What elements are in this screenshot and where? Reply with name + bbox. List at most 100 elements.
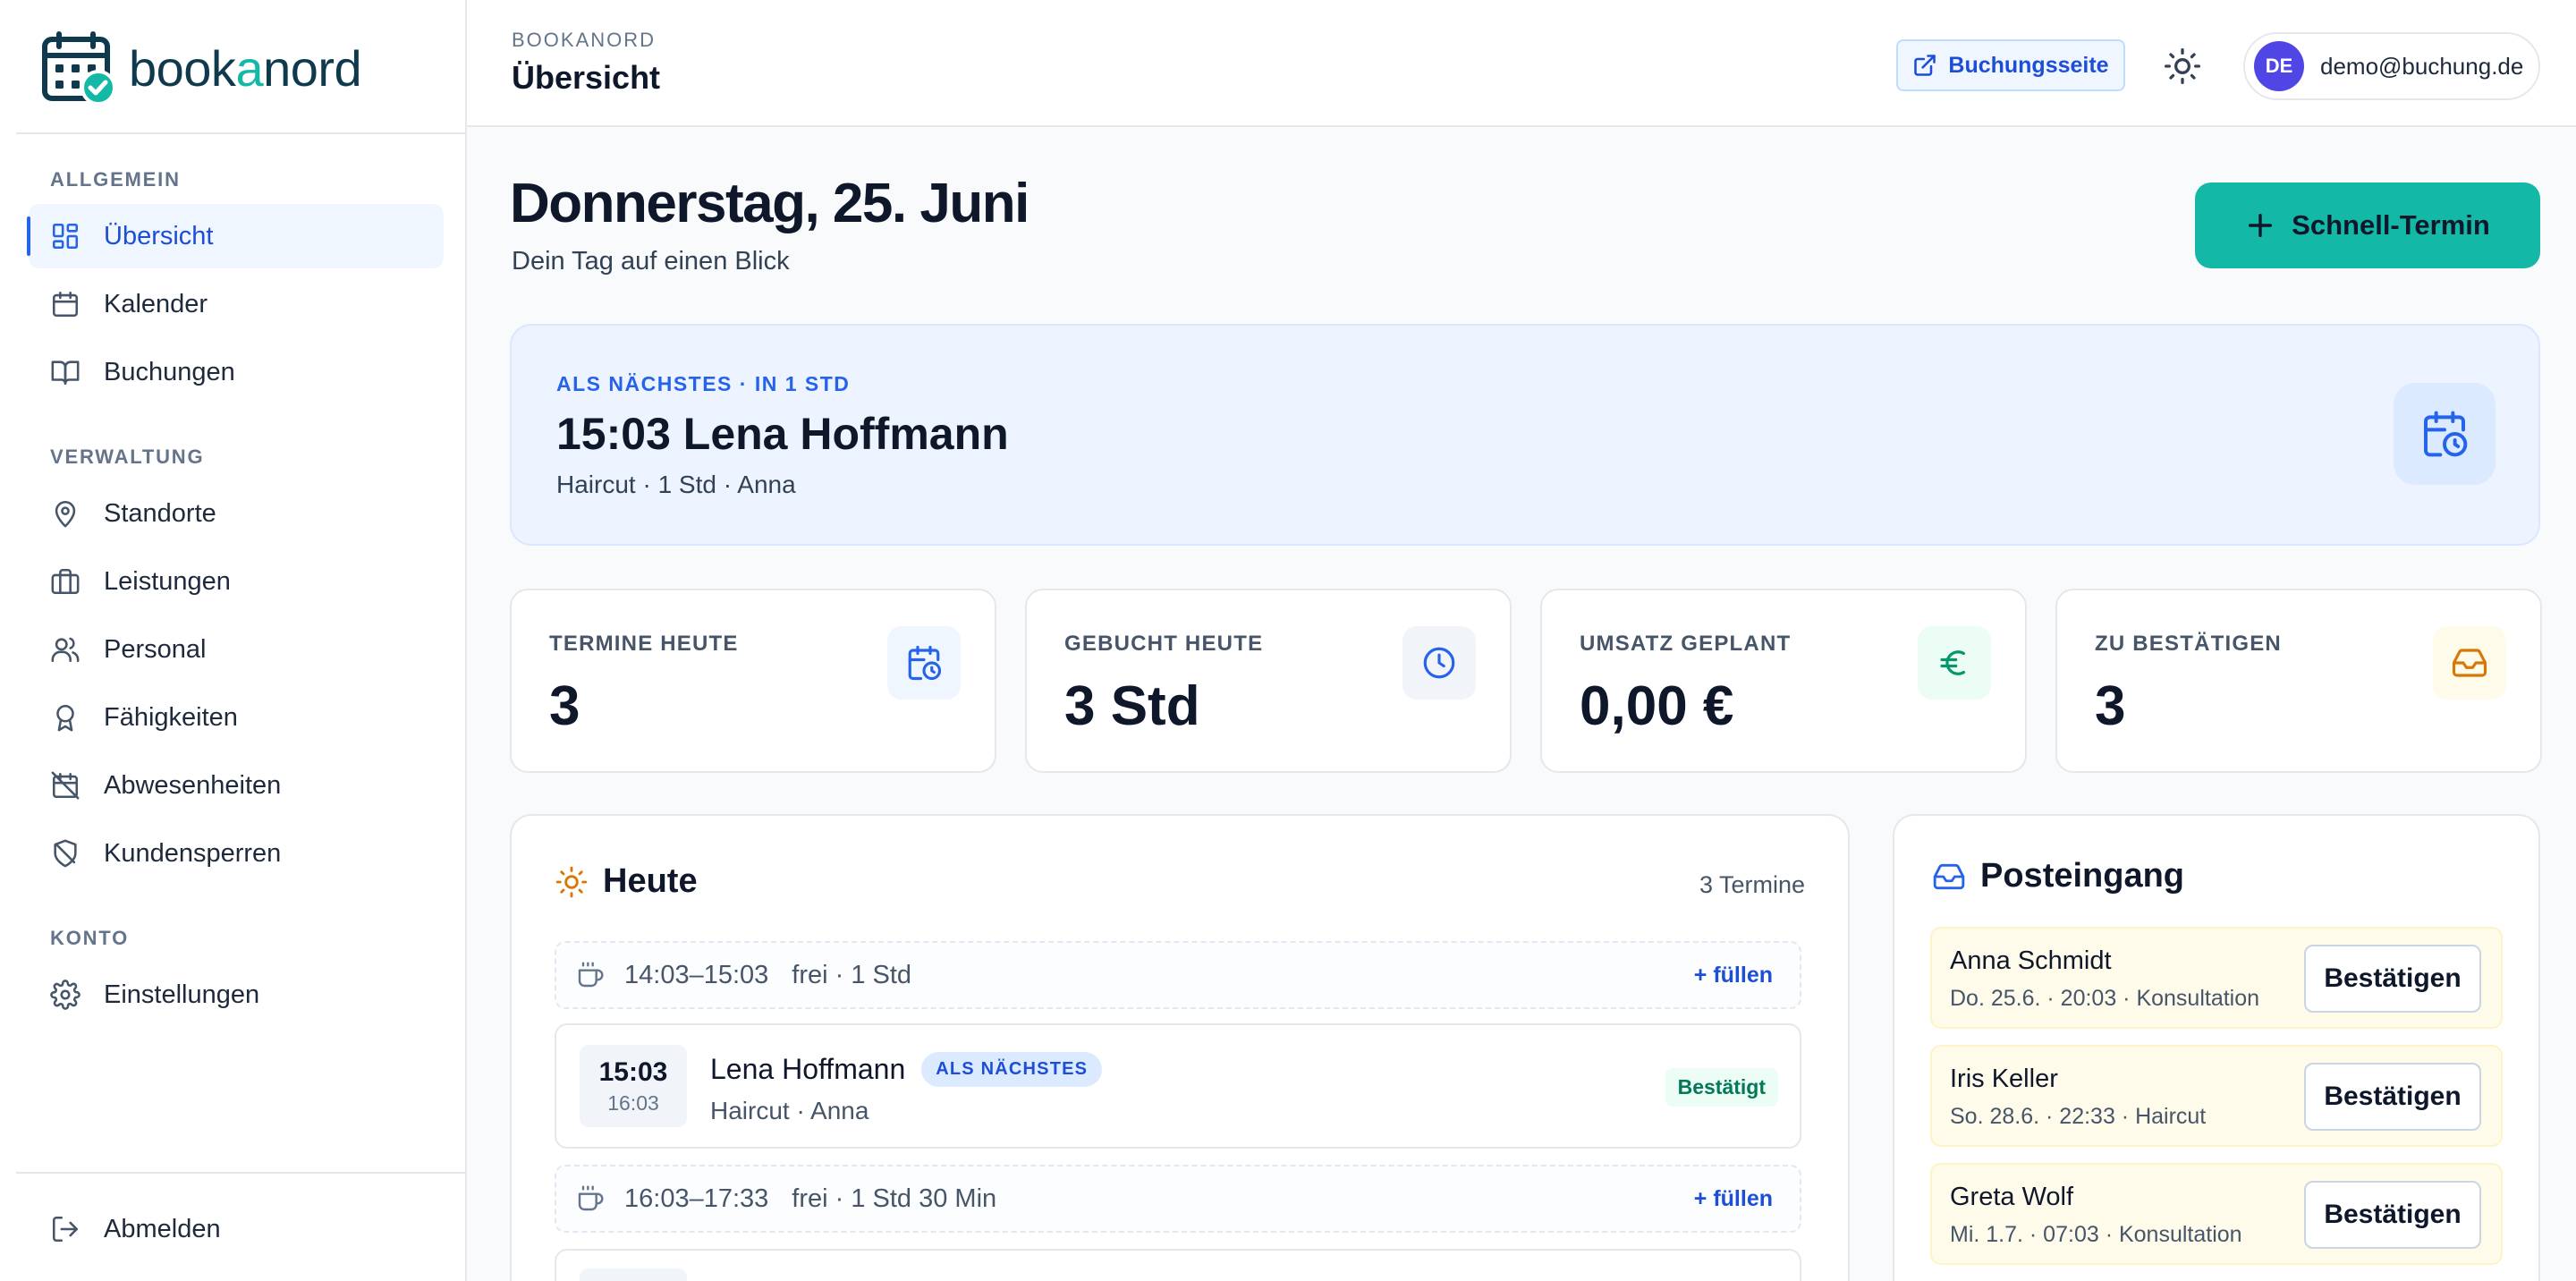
sidebar-divider xyxy=(16,132,465,134)
calendar-off-icon xyxy=(51,771,80,800)
today-header: Heute xyxy=(555,862,698,901)
confirm-button[interactable]: Bestätigen xyxy=(2304,1181,2481,1249)
appointment-end-time: 16:03 xyxy=(607,1091,659,1115)
appointment-customer: Lena Hoffmann ALS NÄCHSTES xyxy=(710,1052,1103,1087)
free-slot-row: 16:03–17:33 frei · 1 Std 30 Min + füllen xyxy=(555,1165,1801,1233)
sidebar-item-leistungen[interactable]: Leistungen xyxy=(29,549,444,614)
logo-calendar-icon xyxy=(42,31,116,106)
quick-appointment-button[interactable]: Schnell-Termin xyxy=(2195,182,2540,268)
inbox-item-details: Mi. 1.7. · 07:03 · Konsultation xyxy=(1950,1222,2242,1247)
dashboard-icon xyxy=(52,223,79,250)
stat-label: ZU BESTÄTIGEN xyxy=(2095,632,2282,656)
stat-label: UMSATZ GEPLANT xyxy=(1580,632,1792,656)
map-pin-icon xyxy=(55,500,76,528)
sidebar: bookanord ALLGEMEIN Übersicht Kalender B… xyxy=(0,0,467,1281)
date-heading: Donnerstag, 25. Juni xyxy=(510,173,1030,234)
sidebar-item-abwesenheiten[interactable]: Abwesenheiten xyxy=(29,753,444,818)
appointment-row[interactable]: 15:03 16:03 Lena Hoffmann ALS NÄCHSTES H… xyxy=(555,1023,1801,1149)
inbox-item: Iris Keller So. 28.6. · 22:33 · Haircut … xyxy=(1930,1045,2503,1147)
nav-section-konto: KONTO xyxy=(50,927,130,949)
user-menu[interactable]: DE demo@buchung.de xyxy=(2243,32,2540,100)
logout-icon xyxy=(52,1216,79,1243)
sidebar-item-label: Einstellungen xyxy=(104,980,260,1009)
user-email: demo@buchung.de xyxy=(2320,52,2524,80)
sidebar-item-faehigkeiten[interactable]: Fähigkeiten xyxy=(29,685,444,750)
page-subtitle: Dein Tag auf einen Blick xyxy=(512,247,790,276)
appointment-row-partial[interactable] xyxy=(555,1249,1801,1281)
shield-off-icon xyxy=(54,839,77,868)
stat-card-termine-heute: TERMINE HEUTE 3 xyxy=(510,589,996,773)
avatar: DE xyxy=(2254,41,2304,91)
inbox-item-name: Iris Keller xyxy=(1950,1065,2058,1093)
appointment-details: Haircut · Anna xyxy=(710,1097,869,1124)
logout-label: Abmelden xyxy=(104,1214,221,1243)
inbox-item-name: Greta Wolf xyxy=(1950,1183,2074,1211)
booking-page-button[interactable]: Buchungsseite xyxy=(1896,39,2125,91)
sidebar-item-kundensperren[interactable]: Kundensperren xyxy=(29,821,444,886)
stat-card-umsatz-geplant: UMSATZ GEPLANT 0,00 € xyxy=(1540,589,2027,773)
quick-appointment-label: Schnell-Termin xyxy=(2292,209,2490,241)
stat-value: 0,00 € xyxy=(1580,675,1734,737)
award-icon xyxy=(56,704,74,732)
inbox-item: Anna Schmidt Do. 25.6. · 20:03 · Konsult… xyxy=(1930,927,2503,1029)
today-count: 3 Termine xyxy=(1699,871,1805,898)
stat-icon-box xyxy=(887,626,961,700)
free-slot-time: 16:03–17:33 xyxy=(624,1183,769,1213)
breadcrumb: BOOKANORD xyxy=(512,29,657,51)
top-bar: BOOKANORD Übersicht Buchungsseite DE dem… xyxy=(467,0,2576,127)
euro-icon xyxy=(1940,650,1966,675)
fill-slot-link[interactable]: + füllen xyxy=(1694,963,1773,988)
free-slot-info: frei · 1 Std 30 Min xyxy=(792,1183,997,1213)
inbox-panel: Posteingang Anna Schmidt Do. 25.6. · 20:… xyxy=(1893,814,2540,1281)
next-appointment-details: Haircut · 1 Std · Anna xyxy=(556,471,796,498)
stat-icon-box xyxy=(2433,626,2506,700)
fill-slot-link[interactable]: + füllen xyxy=(1694,1186,1773,1212)
confirm-button[interactable]: Bestätigen xyxy=(2304,945,2481,1013)
sidebar-divider xyxy=(16,1172,465,1174)
today-panel: Heute 3 Termine 14:03–15:03 frei · 1 Std… xyxy=(510,814,1850,1281)
sidebar-item-einstellungen[interactable]: Einstellungen xyxy=(29,963,444,1027)
free-slot-time: 14:03–15:03 xyxy=(624,960,769,989)
stat-icon-box xyxy=(1918,626,1991,700)
confirm-button[interactable]: Bestätigen xyxy=(2304,1063,2481,1131)
book-icon xyxy=(51,361,80,386)
sidebar-item-label: Kundensperren xyxy=(104,838,282,868)
stat-value: 3 xyxy=(2095,675,2126,737)
stat-card-zu-bestaetigen: ZU BESTÄTIGEN 3 xyxy=(2055,589,2542,773)
appointment-start-time: 15:03 xyxy=(598,1057,668,1087)
calendar-icon xyxy=(52,291,79,318)
sidebar-item-standorte[interactable]: Standorte xyxy=(29,481,444,546)
sidebar-item-personal[interactable]: Personal xyxy=(29,617,444,682)
inbox-header: Posteingang xyxy=(1932,857,2184,895)
stat-icon-box xyxy=(1402,626,1476,700)
gear-icon xyxy=(50,980,80,1010)
appointment-time-box xyxy=(580,1268,687,1281)
appointment-customer-name: Lena Hoffmann xyxy=(710,1053,906,1085)
clock-icon xyxy=(1423,647,1455,679)
sidebar-item-label: Buchungen xyxy=(104,357,235,386)
sidebar-item-label: Abwesenheiten xyxy=(104,770,282,800)
sidebar-item-buchungen[interactable]: Buchungen xyxy=(29,340,444,404)
nav-section-allgemein: ALLGEMEIN xyxy=(50,168,181,191)
users-icon xyxy=(51,637,80,663)
inbox-title: Posteingang xyxy=(1980,857,2185,895)
next-badge: ALS NÄCHSTES xyxy=(921,1052,1103,1087)
plus-icon xyxy=(2249,213,2273,238)
inbox-icon xyxy=(1933,863,1965,889)
brand-logo[interactable]: bookanord xyxy=(41,30,362,106)
sidebar-item-kalender[interactable]: Kalender xyxy=(29,272,444,336)
stat-card-gebucht-heute: GEBUCHT HEUTE 3 Std xyxy=(1025,589,1512,773)
sidebar-item-uebersicht[interactable]: Übersicht xyxy=(27,204,444,268)
free-slot-row: 14:03–15:03 frei · 1 Std + füllen xyxy=(555,941,1801,1009)
sidebar-item-label: Standorte xyxy=(104,498,216,528)
next-appointment-title: 15:03 Lena Hoffmann xyxy=(556,409,1009,459)
logout-button[interactable]: Abmelden xyxy=(29,1197,444,1261)
inbox-item: Greta Wolf Mi. 1.7. · 07:03 · Konsultati… xyxy=(1930,1163,2503,1265)
calendar-clock-icon xyxy=(2424,411,2468,457)
next-appointment-card[interactable]: ALS NÄCHSTES · IN 1 STD 15:03 Lena Hoffm… xyxy=(510,324,2540,546)
coffee-cup-icon xyxy=(578,962,604,988)
sidebar-item-label: Übersicht xyxy=(104,221,214,250)
sun-icon[interactable] xyxy=(2163,47,2202,86)
inbox-icon xyxy=(2452,649,2487,677)
free-slot-info: frei · 1 Std xyxy=(792,960,912,989)
